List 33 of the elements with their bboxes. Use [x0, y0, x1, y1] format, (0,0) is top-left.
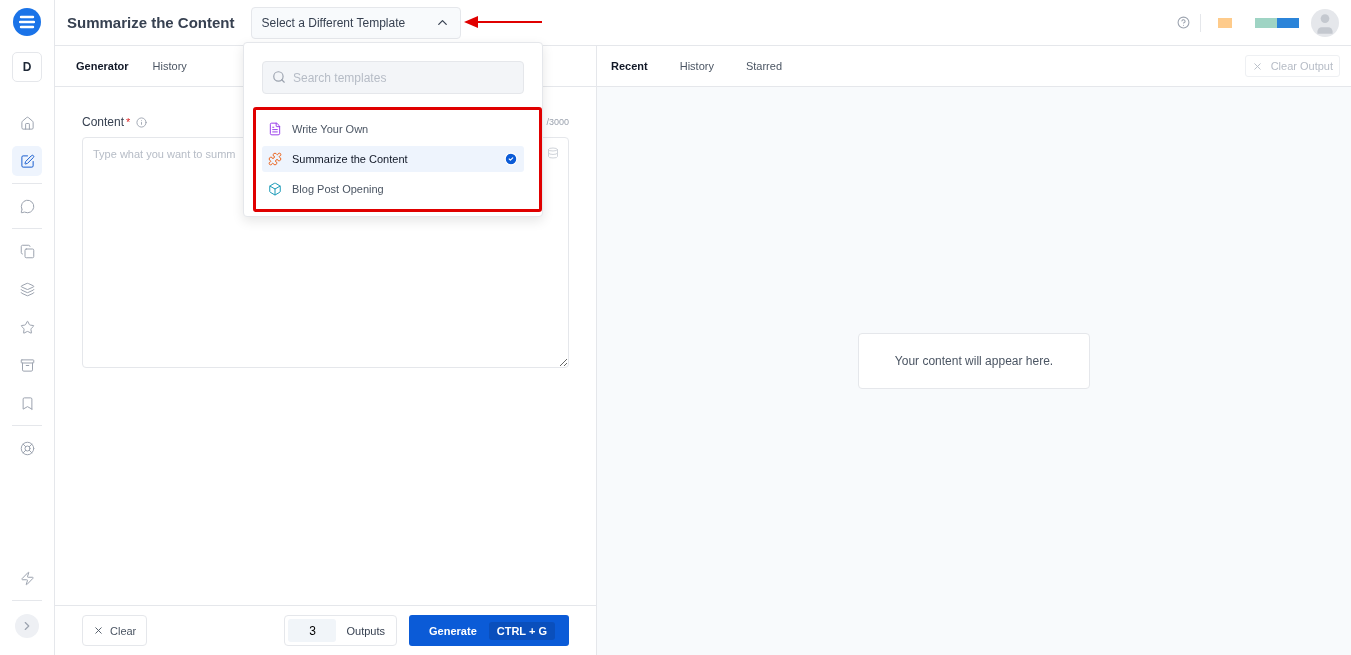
- expand-button[interactable]: [15, 614, 39, 638]
- generate-button[interactable]: Generate CTRL + G: [409, 615, 569, 646]
- template-select[interactable]: Select a Different Template: [250, 6, 461, 39]
- field-label: Content: [82, 115, 125, 129]
- panel-tab[interactable]: History: [679, 60, 714, 72]
- empty-message: Your content will appear here.: [858, 333, 1090, 389]
- clear-button[interactable]: Clear: [82, 615, 148, 646]
- template-option[interactable]: Summarize the Content: [262, 146, 524, 172]
- panel-tab[interactable]: History: [152, 60, 187, 72]
- edit-icon[interactable]: [12, 146, 42, 176]
- help-icon[interactable]: [1177, 16, 1190, 29]
- cube-icon: [268, 182, 282, 196]
- page-title: Summarize the Content: [67, 14, 235, 31]
- required-mark: *: [126, 116, 131, 128]
- database-icon[interactable]: [547, 147, 559, 159]
- panel-tab[interactable]: Starred: [745, 60, 782, 72]
- app-logo-icon: [13, 8, 41, 36]
- outputs-label: Outputs: [346, 624, 386, 637]
- check-icon: [504, 152, 518, 166]
- character-counter: /3000: [546, 117, 569, 127]
- workspace-avatar[interactable]: D: [12, 52, 42, 82]
- close-icon: [1251, 60, 1263, 72]
- info-icon: [136, 116, 148, 128]
- outputs-count-field[interactable]: 3: [288, 619, 337, 642]
- template-option[interactable]: Blog Post Opening: [262, 176, 524, 202]
- panel-tab[interactable]: Recent: [611, 60, 648, 72]
- close-icon: [93, 625, 104, 636]
- puzzle-icon: [268, 152, 282, 166]
- search-icon: [272, 70, 286, 84]
- search-field[interactable]: Search templates: [262, 61, 524, 94]
- document-icon: [268, 122, 282, 136]
- panel-tab[interactable]: Generator: [76, 60, 129, 72]
- user-avatar[interactable]: [1311, 8, 1339, 37]
